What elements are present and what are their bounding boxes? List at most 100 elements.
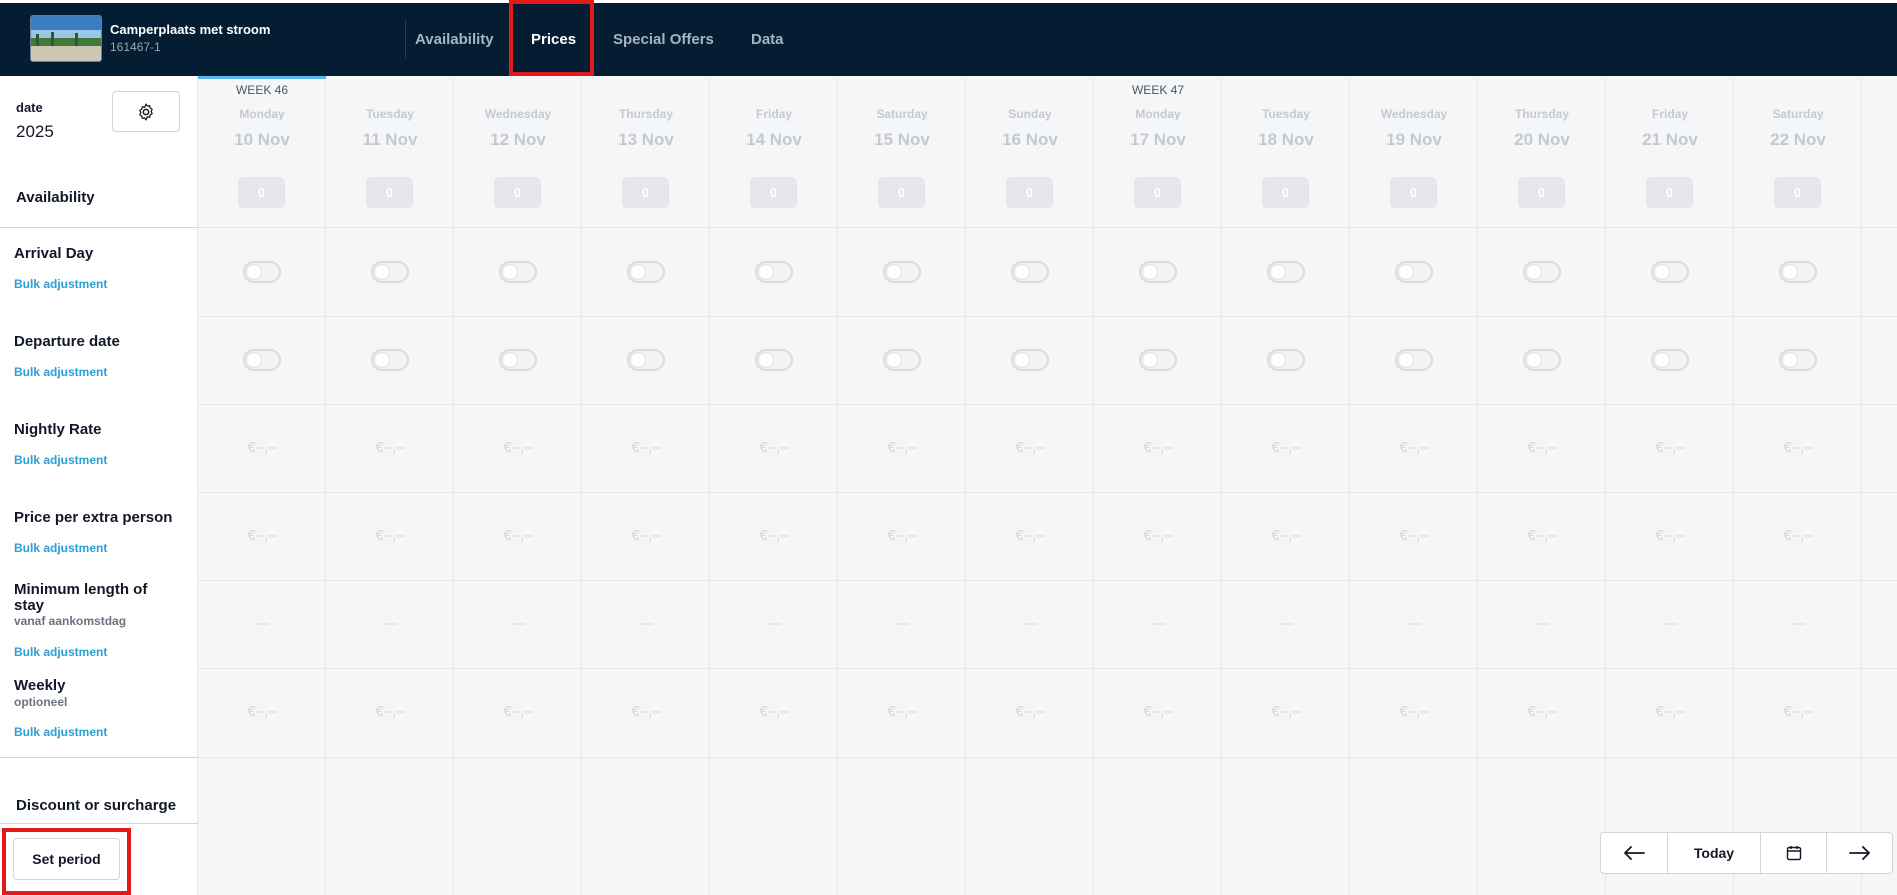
arrival-day-toggle[interactable] [1011, 261, 1049, 283]
departure-date-toggle[interactable] [1651, 349, 1689, 371]
extra-person-price-cell[interactable]: €–,– [1350, 527, 1478, 544]
weekly-price-cell[interactable]: €–,– [838, 703, 966, 720]
departure-date-toggle[interactable] [1267, 349, 1305, 371]
nightly-rate-cell[interactable]: €–,– [198, 439, 326, 456]
tab-special-offers[interactable]: Special Offers [613, 3, 714, 76]
departure-date-toggle[interactable] [1011, 349, 1049, 371]
departure-date-toggle[interactable] [1523, 349, 1561, 371]
min-stay-cell[interactable]: — [710, 615, 838, 632]
extra-person-bulk-link[interactable]: Bulk adjustment [14, 541, 107, 555]
min-stay-cell[interactable]: — [198, 615, 326, 632]
departure-date-toggle[interactable] [755, 349, 793, 371]
nightly-rate-cell[interactable]: €–,– [1222, 439, 1350, 456]
extra-person-price-cell[interactable]: €–,– [838, 527, 966, 544]
nightly-rate-cell[interactable]: €–,– [582, 439, 710, 456]
extra-person-price-cell[interactable]: €–,– [1734, 527, 1862, 544]
nightly-rate-cell[interactable]: €–,– [710, 439, 838, 456]
departure-date-toggle[interactable] [1779, 349, 1817, 371]
min-stay-cell[interactable]: — [326, 615, 454, 632]
arrival-day-toggle[interactable] [755, 261, 793, 283]
weekly-price-cell[interactable]: €–,– [326, 703, 454, 720]
min-stay-cell[interactable]: — [838, 615, 966, 632]
nightly-rate-cell[interactable]: €–,– [1350, 439, 1478, 456]
weekly-price-cell[interactable]: €–,– [582, 703, 710, 720]
settings-button[interactable] [112, 91, 180, 132]
arrival-day-toggle[interactable] [371, 261, 409, 283]
nightly-rate-cell[interactable]: €–,– [1606, 439, 1734, 456]
weekly-price-cell[interactable]: €–,– [1734, 703, 1862, 720]
day-date: 17 Nov [1130, 130, 1186, 149]
arrival-day-toggle[interactable] [1779, 261, 1817, 283]
departure-date-toggle[interactable] [883, 349, 921, 371]
previous-period-button[interactable] [1601, 833, 1668, 873]
extra-person-price-cell[interactable]: €–,– [582, 527, 710, 544]
departure-date-toggle[interactable] [499, 349, 537, 371]
nightly-rate-cell[interactable]: €–,– [1478, 439, 1606, 456]
calendar-picker-button[interactable] [1761, 833, 1827, 873]
weekly-price-cell[interactable]: €–,– [1478, 703, 1606, 720]
tab-data[interactable]: Data [751, 3, 784, 76]
day-date: 16 Nov [1002, 130, 1058, 149]
extra-person-price-cell[interactable]: €–,– [1606, 527, 1734, 544]
extra-person-price-cell[interactable]: €–,– [966, 527, 1094, 544]
day-name: Wednesday [484, 107, 552, 121]
arrival-day-toggle[interactable] [1651, 261, 1689, 283]
min-stay-cell[interactable]: — [582, 615, 710, 632]
arrival-day-toggle[interactable] [883, 261, 921, 283]
min-stay-cell[interactable]: — [1606, 615, 1734, 632]
nightly-rate-cell[interactable]: €–,– [1734, 439, 1862, 456]
min-stay-cell[interactable]: — [1222, 615, 1350, 632]
arrival-day-toggle[interactable] [1139, 261, 1177, 283]
nightly-rate-cell[interactable]: €–,– [1094, 439, 1222, 456]
day-name: Saturday [1772, 107, 1824, 121]
extra-person-price-cell[interactable]: €–,– [326, 527, 454, 544]
min-stay-cell[interactable]: — [1350, 615, 1478, 632]
weekly-price-cell[interactable]: €–,– [710, 703, 838, 720]
nightly-rate-cell[interactable]: €–,– [454, 439, 582, 456]
weekly-price-cell[interactable]: €–,– [1094, 703, 1222, 720]
departure-date-toggle[interactable] [627, 349, 665, 371]
extra-person-price-cell[interactable]: €–,– [1094, 527, 1222, 544]
departure-date-toggle[interactable] [371, 349, 409, 371]
min-stay-cell[interactable]: — [1094, 615, 1222, 632]
weekly-price-cell[interactable]: €–,– [1222, 703, 1350, 720]
min-stay-cell[interactable]: — [1734, 615, 1862, 632]
next-period-button[interactable] [1827, 833, 1892, 873]
nightly-rate-cell[interactable]: €–,– [326, 439, 454, 456]
departure-date-toggle[interactable] [1395, 349, 1433, 371]
min-stay-cell[interactable]: — [454, 615, 582, 632]
availability-count-badge: 0 [1390, 177, 1437, 208]
departure-date-toggle[interactable] [243, 349, 281, 371]
extra-person-price-cell[interactable]: €–,– [454, 527, 582, 544]
week-label: WEEK 47 [1131, 83, 1185, 97]
min-stay-bulk-link[interactable]: Bulk adjustment [14, 645, 107, 659]
weekly-price-cell[interactable]: €–,– [1606, 703, 1734, 720]
toggle-knob [375, 353, 389, 367]
weekly-price-cell[interactable]: €–,– [454, 703, 582, 720]
arrival-day-toggle[interactable] [1523, 261, 1561, 283]
extra-person-price-cell[interactable]: €–,– [1222, 527, 1350, 544]
arrival-day-toggle[interactable] [1395, 261, 1433, 283]
weekly-price-cell[interactable]: €–,– [966, 703, 1094, 720]
arrival-day-bulk-link[interactable]: Bulk adjustment [14, 277, 107, 291]
nightly-rate-bulk-link[interactable]: Bulk adjustment [14, 453, 107, 467]
nightly-rate-cell[interactable]: €–,– [838, 439, 966, 456]
weekly-price-cell[interactable]: €–,– [198, 703, 326, 720]
min-stay-cell[interactable]: — [966, 615, 1094, 632]
extra-person-price-cell[interactable]: €–,– [710, 527, 838, 544]
arrival-day-toggle[interactable] [627, 261, 665, 283]
day-column: Tuesday 18 Nov 0 €–,– €–,– — €–,– [1222, 76, 1350, 895]
extra-person-price-cell[interactable]: €–,– [198, 527, 326, 544]
arrival-day-toggle[interactable] [243, 261, 281, 283]
tab-availability[interactable]: Availability [415, 3, 494, 76]
weekly-price-cell[interactable]: €–,– [1350, 703, 1478, 720]
weekly-bulk-link[interactable]: Bulk adjustment [14, 725, 107, 739]
nightly-rate-cell[interactable]: €–,– [966, 439, 1094, 456]
arrival-day-toggle[interactable] [499, 261, 537, 283]
min-stay-cell[interactable]: — [1478, 615, 1606, 632]
departure-date-bulk-link[interactable]: Bulk adjustment [14, 365, 107, 379]
today-button[interactable]: Today [1668, 833, 1761, 873]
arrival-day-toggle[interactable] [1267, 261, 1305, 283]
departure-date-toggle[interactable] [1139, 349, 1177, 371]
extra-person-price-cell[interactable]: €–,– [1478, 527, 1606, 544]
